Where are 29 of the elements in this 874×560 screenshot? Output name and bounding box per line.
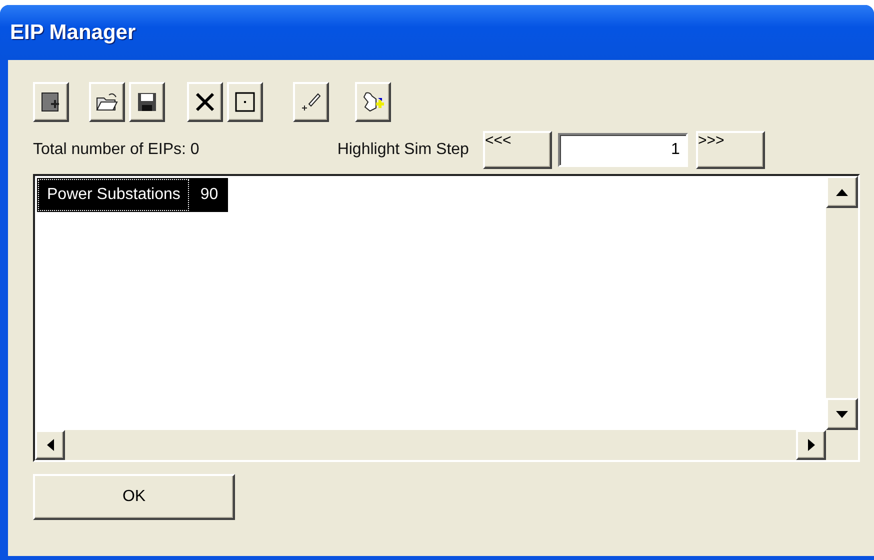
previous-step-button[interactable]: <<< (482, 131, 552, 169)
step-field[interactable]: 1 (558, 133, 688, 167)
toolbar-button[interactable] (187, 82, 223, 122)
toolbar-button[interactable] (227, 82, 263, 122)
up-arrow-icon (836, 188, 848, 196)
next-step-button[interactable]: >>> (696, 131, 765, 169)
vertical-scrollbar[interactable] (826, 176, 858, 430)
toolbar-button[interactable] (89, 82, 125, 122)
point-square-icon (233, 90, 257, 114)
highlight-label: Highlight Sim Step (337, 140, 469, 160)
scroll-right-button[interactable] (796, 430, 826, 460)
right-arrow-icon (808, 439, 814, 451)
toolbar-button[interactable] (33, 82, 69, 122)
delete-cross-icon (193, 90, 217, 114)
toolbar-button[interactable] (129, 82, 165, 122)
left-arrow-icon (46, 439, 54, 451)
total-count-label: Total number of EIPs: 0 (33, 140, 200, 160)
scroll-up-button[interactable] (826, 176, 858, 208)
window-title: EIP Manager (10, 20, 136, 46)
ok-button[interactable]: OK (33, 474, 235, 520)
horizontal-scrollbar[interactable] (35, 430, 826, 460)
add-map-shape-icon (361, 90, 385, 114)
scrollbar-corner (826, 430, 858, 460)
scroll-down-button[interactable] (826, 398, 858, 430)
down-arrow-icon (836, 410, 848, 418)
toolbar-button[interactable] (293, 82, 329, 122)
scroll-left-button[interactable] (35, 430, 65, 460)
toolbar-button[interactable] (355, 82, 391, 122)
list-row[interactable]: Power Substations 90 (37, 178, 228, 212)
